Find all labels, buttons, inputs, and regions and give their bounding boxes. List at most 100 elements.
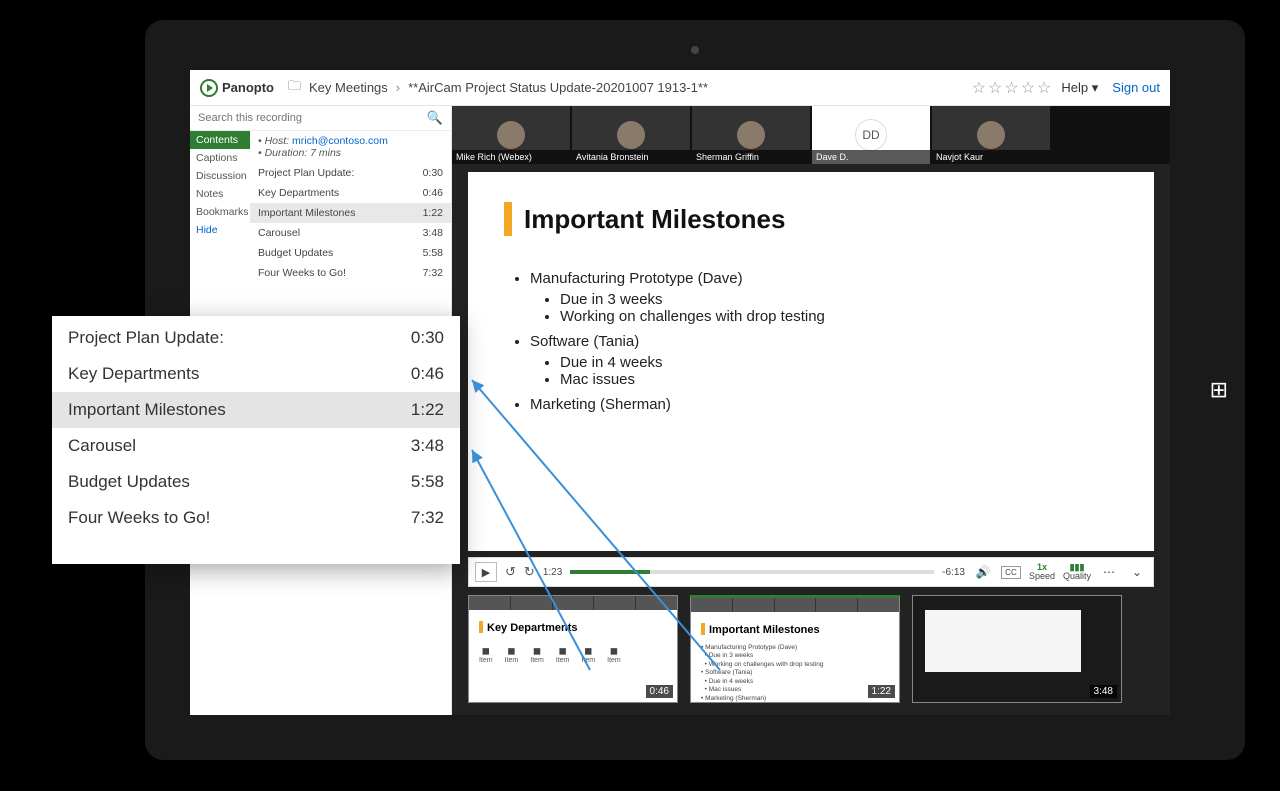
search-icon[interactable]: 🔍 [427, 110, 443, 126]
zoom-label: Key Departments [68, 364, 199, 384]
zoom-label: Four Weeks to Go! [68, 508, 210, 528]
toc-time: 7:32 [423, 267, 443, 279]
zoom-toc-item[interactable]: Project Plan Update: 0:30 [52, 320, 460, 356]
progress-bar[interactable] [570, 570, 934, 574]
quality-button[interactable]: ▮▮▮Quality [1063, 563, 1091, 581]
thumb-time: 3:48 [1090, 685, 1117, 698]
host-label: • Host: [258, 135, 289, 147]
participant-tile[interactable]: DDDave D. [812, 106, 930, 164]
participant-tile[interactable]: Navjot Kaur [932, 106, 1050, 164]
timeline-thumb[interactable]: 3:48 [912, 595, 1122, 703]
participant-name: Dave D. [812, 150, 930, 164]
zoom-toc-item[interactable]: Budget Updates 5:58 [52, 464, 460, 500]
rewind-10-button[interactable]: ↺ [505, 564, 516, 580]
star-icon[interactable]: ☆ [988, 78, 1002, 98]
participant-name: Sherman Griffin [692, 150, 810, 164]
star-icon[interactable]: ☆ [1021, 78, 1035, 98]
cc-button[interactable]: CC [1001, 566, 1021, 579]
recording-meta: • Host: mrich@contoso.com • Duration: 7 … [250, 131, 451, 163]
sub-bullet: Working on challenges with drop testing [560, 308, 1118, 325]
zoom-time: 7:32 [411, 508, 444, 528]
participant-tile[interactable]: Sherman Griffin [692, 106, 810, 164]
participant-initials: DD [855, 119, 887, 151]
toc-item[interactable]: Budget Updates 5:58 [250, 243, 451, 263]
forward-10-button[interactable]: ↻ [524, 564, 535, 580]
timeline-thumb[interactable]: Key Departments ItemItemItemItemItemItem… [468, 595, 678, 703]
toc-item[interactable]: Project Plan Update:0:30 [250, 163, 451, 183]
star-icon[interactable]: ☆ [972, 78, 986, 98]
slide-title: Important Milestones [524, 204, 785, 235]
slide-area: Important Milestones Manufacturing Proto… [468, 172, 1154, 551]
toc-item[interactable]: Carousel3:48 [250, 223, 451, 243]
contents-list: • Host: mrich@contoso.com • Duration: 7 … [250, 131, 451, 283]
toc-label: Project Plan Update: [258, 167, 354, 179]
toc-time: 0:46 [423, 187, 443, 199]
header-bar: Panopto 🗀 Key Meetings › **AirCam Projec… [190, 70, 1170, 106]
timeline-thumb-active[interactable]: Important Milestones • Manufacturing Pro… [690, 595, 900, 703]
star-icon[interactable]: ☆ [1037, 78, 1051, 98]
rating-stars[interactable]: ☆ ☆ ☆ ☆ ☆ [972, 78, 1052, 98]
slide-body: Manufacturing Prototype (Dave) Due in 3 … [504, 270, 1118, 413]
search-input[interactable] [198, 112, 427, 124]
participant-tile[interactable]: Avitania Bronstein [572, 106, 690, 164]
help-menu[interactable]: Help ▾ [1061, 80, 1098, 96]
thumb-title: Important Milestones [709, 624, 820, 636]
tab-notes[interactable]: Notes [190, 185, 250, 203]
breadcrumb: 🗀 Key Meetings › **AirCam Project Status… [288, 77, 708, 99]
video-panel: Mike Rich (Webex) Avitania Bronstein She… [452, 106, 1170, 715]
participant-name: Avitania Bronstein [572, 150, 690, 164]
brand-logo[interactable]: Panopto [200, 79, 274, 97]
play-button[interactable]: ▶ [475, 562, 497, 582]
toc-item[interactable]: Four Weeks to Go! 7:32 [250, 263, 451, 283]
bullet: Manufacturing Prototype (Dave) [530, 270, 743, 287]
slide-accent-bar [504, 202, 512, 236]
sub-bullet: Due in 3 weeks [560, 291, 1118, 308]
panopto-icon [200, 79, 218, 97]
tab-bookmarks[interactable]: Bookmarks [190, 203, 250, 221]
toc-time: 5:58 [423, 247, 443, 259]
participant-name: Navjot Kaur [932, 150, 1050, 164]
zoom-toc-item[interactable]: Four Weeks to Go! 7:32 [52, 500, 460, 536]
collapse-icon[interactable]: ⌄ [1127, 565, 1147, 579]
zoom-toc-item[interactable]: Key Departments0:46 [52, 356, 460, 392]
sign-out-link[interactable]: Sign out [1112, 80, 1160, 95]
toc-label: Key Departments [258, 187, 339, 199]
volume-icon[interactable]: 🔊 [973, 565, 993, 579]
sub-bullet: Due in 4 weeks [560, 354, 1118, 371]
tablet-camera [691, 46, 699, 54]
star-icon[interactable]: ☆ [1004, 78, 1018, 98]
windows-key[interactable]: ⊞ [1210, 377, 1228, 403]
thumb-time: 0:46 [646, 685, 673, 698]
thumb-time: 1:22 [868, 685, 895, 698]
toc-item-active[interactable]: Important Milestones 1:22 [250, 203, 451, 223]
folder-icon: 🗀 [288, 77, 301, 99]
chevron-right-icon: › [396, 80, 400, 95]
zoom-label: Budget Updates [68, 472, 190, 492]
tab-hide[interactable]: Hide [190, 221, 250, 239]
search-row: 🔍 [190, 106, 451, 131]
zoom-time: 0:30 [411, 328, 444, 348]
time-remaining: -6:13 [942, 567, 965, 578]
brand-text: Panopto [222, 80, 274, 95]
zoom-time: 5:58 [411, 472, 444, 492]
toc-label: Four Weeks to Go! [258, 267, 346, 279]
tab-contents[interactable]: Contents [190, 131, 250, 149]
more-menu-icon[interactable]: ⋯ [1099, 565, 1119, 579]
participant-tile[interactable]: Mike Rich (Webex) [452, 106, 570, 164]
bullet: Software (Tania) [530, 333, 639, 350]
zoom-toc-item-active[interactable]: Important Milestones1:22 [52, 392, 460, 428]
toc-label: Important Milestones [258, 207, 355, 219]
zoom-toc-item[interactable]: Carousel3:48 [52, 428, 460, 464]
thumb-title: Key Departments [487, 622, 577, 634]
tab-captions[interactable]: Captions [190, 149, 250, 167]
host-link[interactable]: mrich@contoso.com [292, 135, 388, 147]
speed-button[interactable]: 1xSpeed [1029, 563, 1055, 581]
toc-label: Budget Updates [258, 247, 333, 259]
breadcrumb-folder[interactable]: Key Meetings [309, 80, 388, 95]
zoom-label: Project Plan Update: [68, 328, 224, 348]
tab-discussion[interactable]: Discussion [190, 167, 250, 185]
toc-time: 1:22 [423, 207, 443, 219]
toc-item[interactable]: Key Departments 0:46 [250, 183, 451, 203]
time-current: 1:23 [543, 567, 562, 578]
bullet: Marketing (Sherman) [530, 396, 1118, 413]
